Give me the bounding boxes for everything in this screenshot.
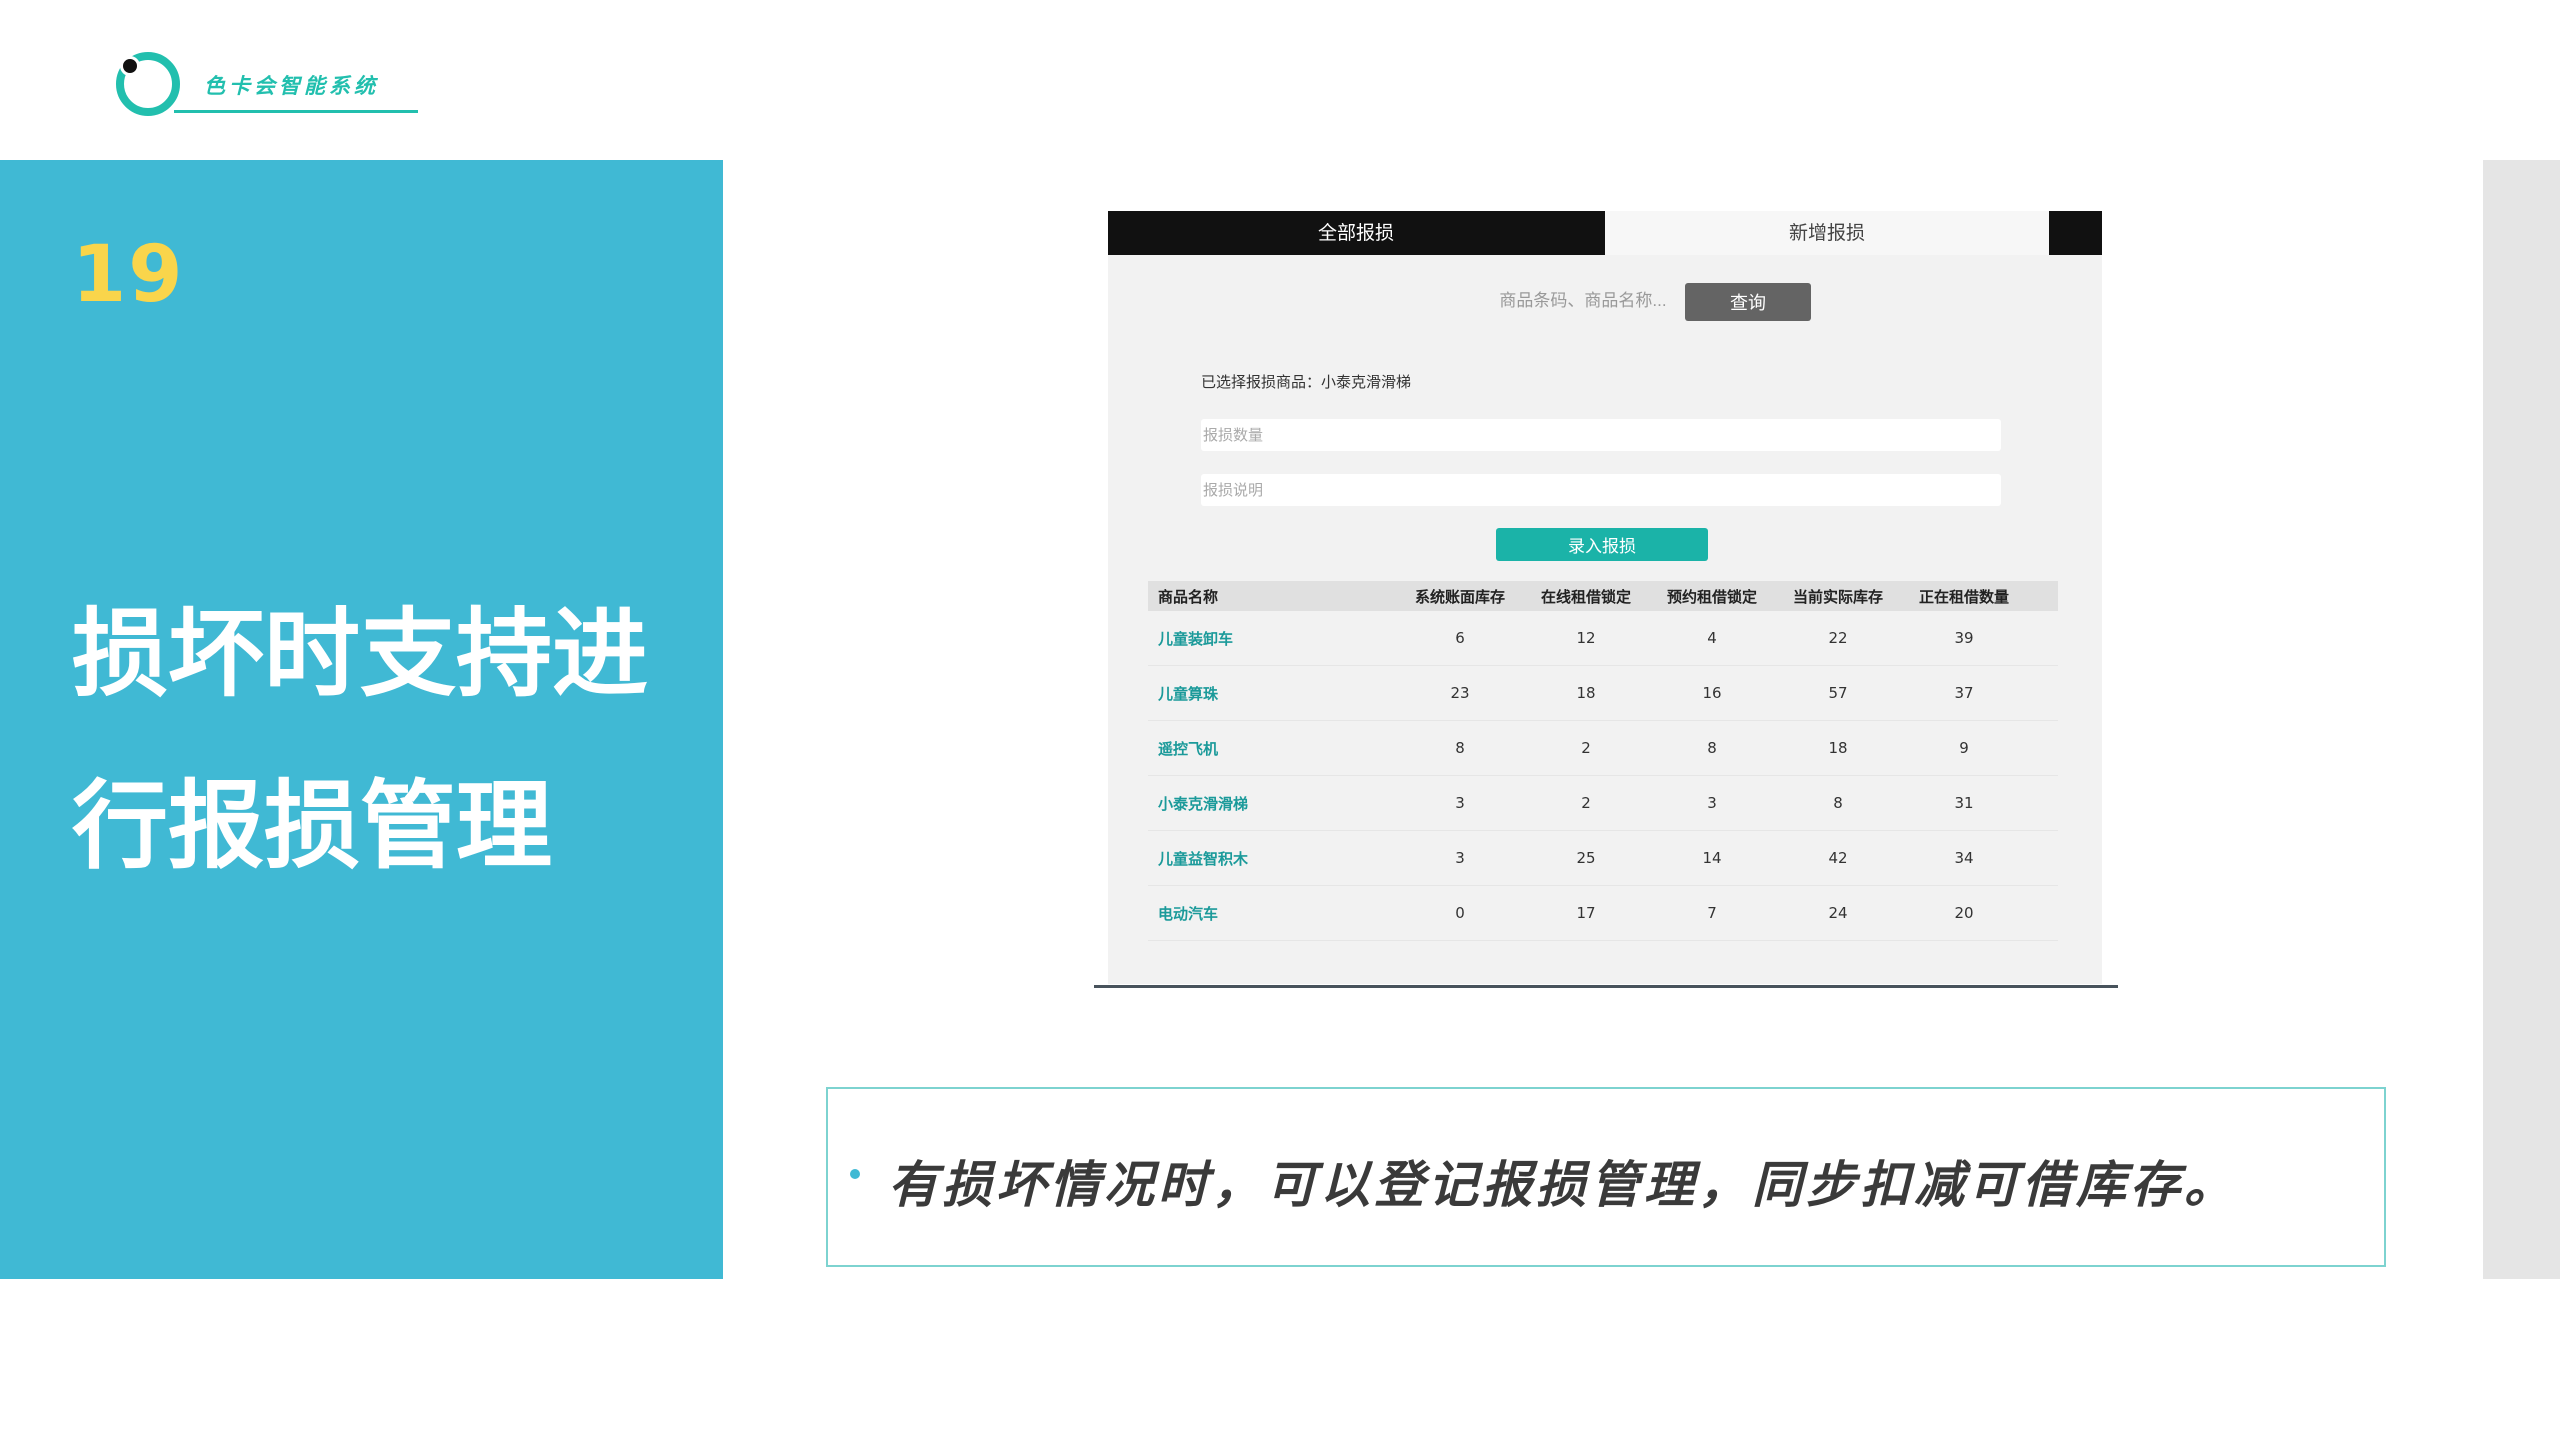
- table-cell: 8: [1455, 739, 1465, 757]
- table-cell: 39: [1954, 629, 1974, 647]
- table-cell: 18: [1828, 739, 1848, 757]
- description-box: 有损坏情况时，可以登记报损管理，同步扣减可借库存。: [826, 1087, 2386, 1267]
- table-row[interactable]: 儿童算珠 23 18 16 57 37: [1148, 666, 2058, 721]
- damage-report-app: 全部报损 新增报损 查询 已选择报损商品：小泰克滑滑梯 录入报损 商品名称 系统…: [1108, 211, 2102, 984]
- product-name-link[interactable]: 电动汽车: [1158, 886, 1408, 940]
- table-cell: 8: [1833, 794, 1843, 812]
- brand-logo: 色卡会智能系统: [114, 50, 418, 116]
- table-cell: 57: [1828, 684, 1848, 702]
- product-name-link[interactable]: 遥控飞机: [1158, 721, 1408, 775]
- table-cell: 20: [1954, 904, 1974, 922]
- table-cell: 31: [1954, 794, 1974, 812]
- table-cell: 7: [1707, 904, 1717, 922]
- right-decor-strip: [2483, 160, 2560, 1279]
- table-cell: 9: [1959, 739, 1969, 757]
- table-row[interactable]: 小泰克滑滑梯 3 2 3 8 31: [1148, 776, 2058, 831]
- column-header: 预约租借锁定: [1666, 587, 1757, 606]
- table-cell: 2: [1581, 794, 1591, 812]
- tab-new-damage[interactable]: 新增报损: [1605, 211, 2049, 255]
- logo-text: 色卡会智能系统: [204, 74, 379, 98]
- table-cell: 12: [1576, 629, 1596, 647]
- table-cell: 4: [1707, 629, 1717, 647]
- table-cell: 14: [1702, 849, 1722, 867]
- column-header: 当前实际库存: [1792, 587, 1883, 606]
- column-header: 在线租借锁定: [1540, 587, 1631, 606]
- slide-number: 19: [72, 230, 185, 320]
- damage-description-field[interactable]: [1201, 474, 2001, 506]
- table-cell: 25: [1576, 849, 1596, 867]
- description-text: 有损坏情况时，可以登记报损管理，同步扣减可借库存。: [888, 1156, 2238, 1214]
- table-cell: 17: [1576, 904, 1596, 922]
- table-row[interactable]: 儿童装卸车 6 12 4 22 39: [1148, 611, 2058, 666]
- product-name-link[interactable]: 小泰克滑滑梯: [1158, 776, 1408, 830]
- table-cell: 18: [1576, 684, 1596, 702]
- product-name-link[interactable]: 儿童益智积木: [1158, 831, 1408, 885]
- table-cell: 3: [1455, 849, 1465, 867]
- column-header: 正在租借数量: [1918, 587, 2009, 606]
- bullet-icon: [850, 1169, 860, 1179]
- inventory-table: 商品名称 系统账面库存 在线租借锁定 预约租借锁定 当前实际库存 正在租借数量 …: [1148, 581, 2058, 941]
- product-name-link[interactable]: 儿童装卸车: [1158, 611, 1408, 665]
- table-cell: 37: [1954, 684, 1974, 702]
- logo-dot-icon: [120, 56, 140, 76]
- damage-quantity-field[interactable]: [1201, 419, 2001, 451]
- table-row[interactable]: 电动汽车 0 17 7 24 20: [1148, 886, 2058, 941]
- table-row[interactable]: 儿童益智积木 3 25 14 42 34: [1148, 831, 2058, 886]
- left-panel: 19 损坏时支持进行报损管理: [0, 160, 723, 1279]
- slide-title: 损坏时支持进行报损管理: [72, 598, 648, 882]
- table-cell: 2: [1581, 739, 1591, 757]
- product-name-link[interactable]: 儿童算珠: [1158, 666, 1408, 720]
- tab-all-damage[interactable]: 全部报损: [1108, 211, 1604, 255]
- column-header: 系统账面库存: [1414, 587, 1505, 606]
- table-header: 商品名称 系统账面库存 在线租借锁定 预约租借锁定 当前实际库存 正在租借数量: [1148, 581, 2058, 611]
- table-row[interactable]: 遥控飞机 8 2 8 18 9: [1148, 721, 2058, 776]
- table-cell: 23: [1450, 684, 1470, 702]
- selected-product-info: 已选择报损商品：小泰克滑滑梯: [1201, 373, 1412, 391]
- table-cell: 3: [1707, 794, 1717, 812]
- table-cell: 16: [1702, 684, 1722, 702]
- search-button[interactable]: 查询: [1685, 283, 1811, 321]
- tab-bar: 全部报损 新增报损: [1108, 211, 2102, 255]
- table-cell: 24: [1828, 904, 1848, 922]
- table-cell: 42: [1828, 849, 1848, 867]
- submit-damage-button[interactable]: 录入报损: [1496, 528, 1708, 561]
- column-header: 商品名称: [1158, 587, 1219, 606]
- table-cell: 22: [1828, 629, 1848, 647]
- table-cell: 6: [1455, 629, 1465, 647]
- table-cell: 0: [1455, 904, 1465, 922]
- table-cell: 8: [1707, 739, 1717, 757]
- logo-underline: [174, 110, 418, 113]
- table-cell: 3: [1455, 794, 1465, 812]
- screenshot-baseline: [1094, 985, 2118, 988]
- table-cell: 34: [1954, 849, 1974, 867]
